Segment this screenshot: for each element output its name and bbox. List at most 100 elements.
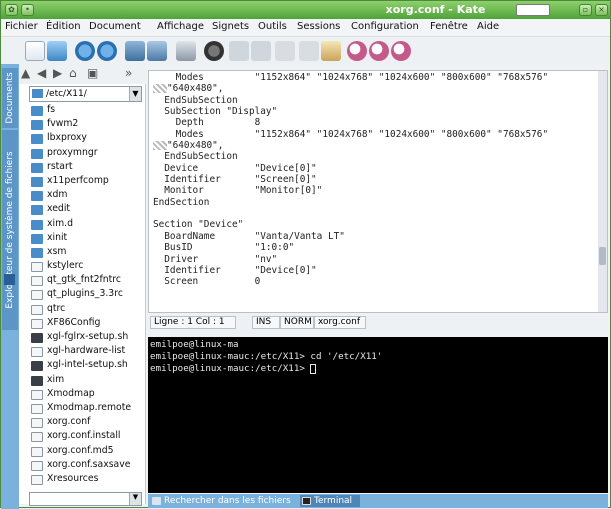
insert-mode[interactable]: INS	[252, 316, 280, 329]
open-folder-icon[interactable]	[47, 41, 67, 61]
save-icon[interactable]	[125, 41, 145, 61]
close-icon[interactable]: ×	[595, 4, 608, 16]
title-bar[interactable]: ✿ • xorg.conf - Kate ▫ ×	[1, 1, 610, 19]
scroll-thumb[interactable]	[599, 247, 606, 265]
cut-icon[interactable]	[275, 41, 295, 61]
code-line: EndSubSection	[153, 151, 238, 163]
selection-mode[interactable]: NORM	[280, 316, 314, 329]
more-icon[interactable]: »	[125, 66, 132, 80]
menu-outils[interactable]: Outils	[258, 21, 287, 32]
home-icon[interactable]: ⌂	[69, 66, 77, 80]
menu-configuration[interactable]: Configuration	[351, 21, 419, 32]
file-item[interactable]: xorg.conf.md5	[31, 445, 145, 459]
copy-icon[interactable]	[299, 41, 319, 61]
maximize-icon[interactable]: ▫	[579, 4, 592, 16]
menu-edition[interactable]: Édition	[46, 21, 81, 32]
tab-documents[interactable]: Documents	[2, 68, 18, 128]
print-icon[interactable]	[176, 41, 196, 61]
code-line: Device "Device[0]"	[153, 162, 317, 174]
forward-icon[interactable]	[97, 41, 117, 61]
file-item[interactable]: qtrc	[31, 303, 145, 317]
file-item[interactable]: qt_gtk_fnt2fntrc	[31, 274, 145, 288]
file-item[interactable]: xorg.conf.saxsave	[31, 459, 145, 473]
file-item[interactable]: lbxproxy	[31, 132, 145, 146]
new-document-icon[interactable]	[25, 41, 45, 61]
file-item[interactable]: xim	[31, 374, 145, 388]
file-item[interactable]: xinit	[31, 232, 145, 246]
file-item[interactable]: fs	[31, 104, 145, 118]
terminal-line: emilpoe@linux-ma	[150, 339, 239, 350]
code-line: "640x480",	[153, 83, 548, 94]
file-item[interactable]: xgl-intel-setup.sh	[31, 359, 145, 373]
file-item[interactable]: xorg.conf	[31, 416, 145, 430]
file-item[interactable]: xedit	[31, 203, 145, 217]
code-line: SubSection "Display"	[153, 106, 278, 118]
file-item[interactable]: kstylerc	[31, 260, 145, 274]
code-text: "640x480",	[167, 140, 224, 152]
redo-icon[interactable]	[251, 41, 271, 61]
find-next-icon[interactable]	[369, 41, 389, 61]
file-item[interactable]: qt_plugins_3.3rc	[31, 288, 145, 302]
file-name: xim	[47, 373, 65, 385]
main-toolbar	[1, 38, 610, 64]
file-item[interactable]: xorg.conf.install	[31, 430, 145, 444]
forward-arrow-icon[interactable]: ▶	[53, 66, 62, 80]
file-item[interactable]: Xresources	[31, 473, 145, 487]
file-name: xgl-fglrx-setup.sh	[47, 331, 129, 342]
file-item[interactable]: xim.d	[31, 218, 145, 232]
file-item[interactable]: fvwm2	[31, 118, 145, 132]
file-item[interactable]: rstart	[31, 161, 145, 175]
code-line: Section "Device"	[153, 219, 244, 231]
document-icon	[31, 318, 43, 329]
left-tool-tabs: Documents Explorateur de système de fich…	[1, 64, 19, 509]
tab-terminal[interactable]: Terminal	[300, 495, 360, 507]
menu-document[interactable]: Document	[89, 21, 141, 32]
file-item[interactable]: xgl-fglrx-setup.sh	[31, 331, 145, 345]
paste-icon[interactable]	[321, 41, 341, 61]
menu-fenetre[interactable]: Fenêtre	[430, 21, 468, 32]
find-icon[interactable]	[347, 41, 367, 61]
folder-icon	[31, 162, 43, 173]
file-name: xdm	[47, 189, 68, 201]
tab-search-in-files[interactable]: Rechercher dans les fichiers	[150, 495, 298, 507]
menu-signets[interactable]: Signets	[212, 21, 249, 32]
text-editor[interactable]: Modes "1152x864" "1024x768" "1024x600" "…	[148, 70, 608, 313]
file-item[interactable]: Xmodmap	[31, 388, 145, 402]
menu-sessions[interactable]: Sessions	[297, 21, 340, 32]
find-previous-icon[interactable]	[391, 41, 411, 61]
file-browser-panel: ▲ ◀ ▶ ⌂ ▣ » /etc/X11/ ▼ fs fvwm2 lbxproxy p…	[19, 64, 146, 506]
file-item[interactable]: proxymngr	[31, 147, 145, 161]
path-combobox[interactable]: /etc/X11/ ▼	[29, 86, 142, 102]
file-browser-tab-icon	[4, 274, 15, 285]
file-item[interactable]: XF86Config	[31, 317, 145, 331]
undo-icon[interactable]	[229, 41, 249, 61]
file-name: x11perfcomp	[47, 174, 109, 186]
close-document-icon[interactable]	[204, 41, 224, 61]
sync-icon[interactable]: ▣	[87, 66, 98, 80]
code-line: BusID "1:0:0"	[153, 242, 295, 254]
editor-scrollbar[interactable]	[598, 71, 607, 312]
menu-aide[interactable]: Aide	[477, 21, 499, 32]
line-wrap-icon	[153, 84, 167, 94]
tab-file-browser[interactable]: Explorateur de système de fichiers	[2, 130, 18, 330]
file-name: xorg.conf.md5	[47, 444, 114, 456]
file-item[interactable]: Xmodmap.remote	[31, 402, 145, 416]
save-as-icon[interactable]	[147, 41, 167, 61]
up-arrow-icon[interactable]: ▲	[21, 66, 30, 80]
menu-affichage[interactable]: Affichage	[157, 21, 204, 32]
file-name: xedit	[47, 203, 71, 215]
file-item[interactable]: x11perfcomp	[31, 175, 145, 189]
back-icon[interactable]	[75, 41, 95, 61]
file-item[interactable]: xsm	[31, 246, 145, 260]
back-arrow-icon[interactable]: ◀	[37, 66, 46, 80]
filter-combobox[interactable]: ▼	[29, 492, 142, 506]
chevron-down-icon[interactable]: ▼	[129, 87, 141, 101]
terminal[interactable]: emilpoe@linux-ma emilpoe@linux-mauc:/etc/…	[148, 337, 608, 493]
menu-fichier[interactable]: Fichier	[5, 21, 38, 32]
file-name: xorg.conf.install	[47, 430, 121, 442]
file-item[interactable]: xdm	[31, 189, 145, 203]
chevron-down-icon[interactable]: ▼	[129, 493, 141, 505]
script-icon	[31, 375, 43, 386]
editor-content[interactable]: Modes "1152x864" "1024x768" "1024x600" "…	[153, 72, 548, 288]
file-item[interactable]: xgl-hardware-list	[31, 345, 145, 359]
